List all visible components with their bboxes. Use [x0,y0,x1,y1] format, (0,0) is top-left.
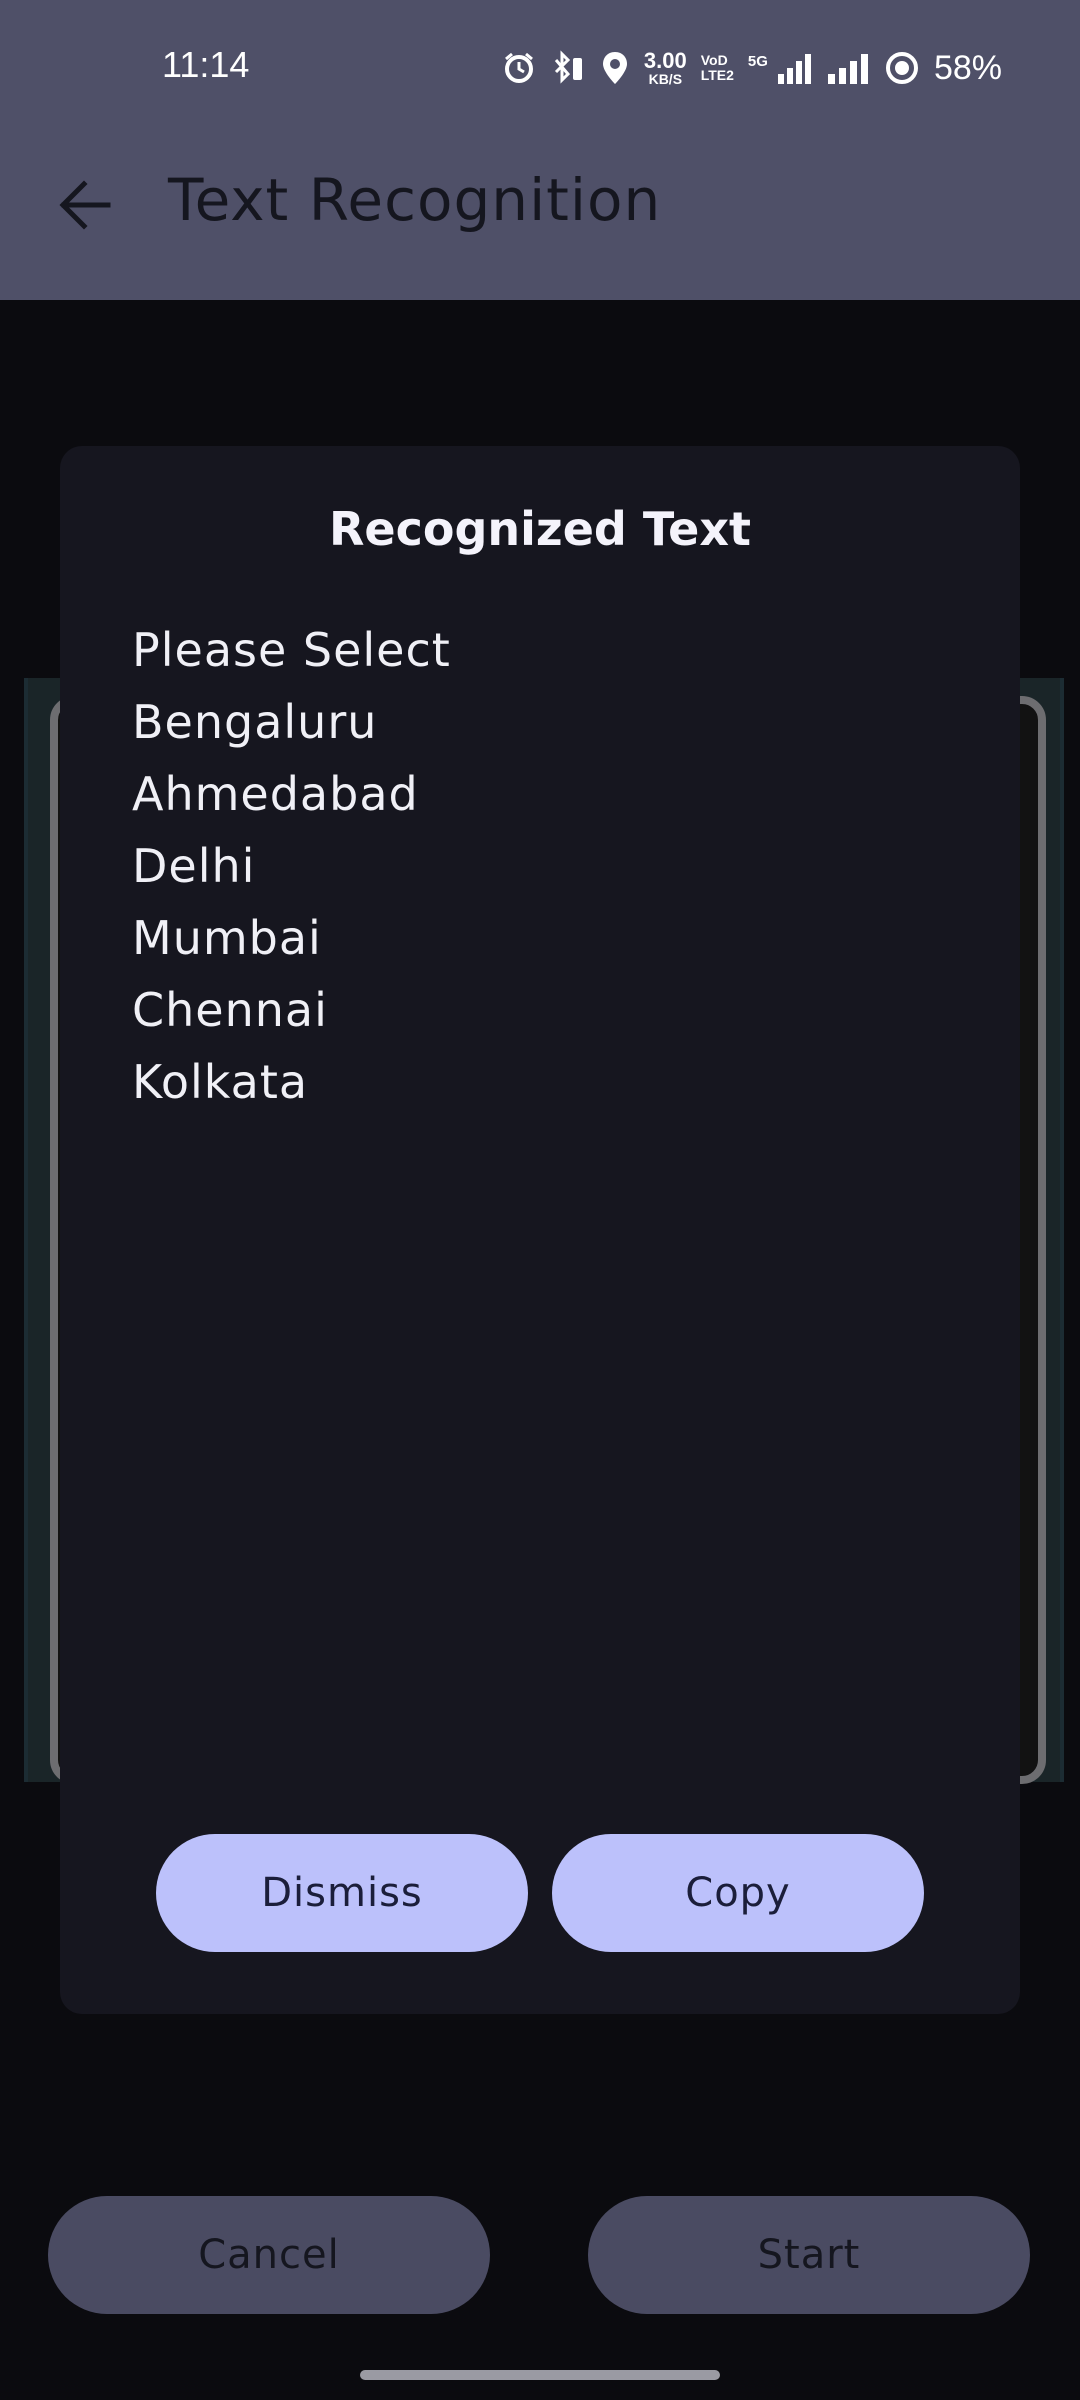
page-title: Text Recognition [168,166,662,234]
copy-button[interactable]: Copy [552,1834,924,1952]
dismiss-button[interactable]: Dismiss [156,1834,528,1952]
top-bar: 11:14 3.00 KB/S VoD LTE2 5G 58% Text Rec… [0,0,1080,300]
arrow-left-icon [59,180,111,230]
gesture-nav-handle[interactable] [360,2370,720,2380]
alarm-icon [502,51,536,85]
network-5g-label: 5G [747,52,768,70]
battery-percentage: 58% [933,48,1002,87]
start-button[interactable]: Start [588,2196,1030,2314]
network-speed: 3.00 KB/S [643,48,687,87]
status-icons: 3.00 KB/S VoD LTE2 5G 58% [502,40,1002,96]
location-icon [600,50,630,86]
recognized-text-line: Delhi [132,839,256,893]
recognized-text-line: Kolkata [132,1055,309,1109]
recognized-text-list: Please Select Bengaluru Ahmedabad Delhi … [132,614,932,1118]
bluetooth-battery-icon [550,50,586,86]
recognized-text-dialog: Recognized Text Please Select Bengaluru … [60,446,1020,2014]
dialog-title: Recognized Text [329,502,751,556]
signal-icon-sim2 [826,52,870,84]
back-button[interactable] [52,172,118,238]
recognized-text-line: Please Select [132,623,451,677]
battery-saver-icon [884,50,920,86]
cancel-button[interactable]: Cancel [48,2196,490,2314]
signal-icon-sim1 [776,52,812,84]
recognized-text-line: Chennai [132,983,328,1037]
status-time: 11:14 [162,44,250,85]
recognized-text-line: Mumbai [132,911,322,965]
recognized-text-line: Ahmedabad [132,767,419,821]
recognized-text-line: Bengaluru [132,695,378,749]
volte-indicator: VoD LTE2 [700,52,734,83]
